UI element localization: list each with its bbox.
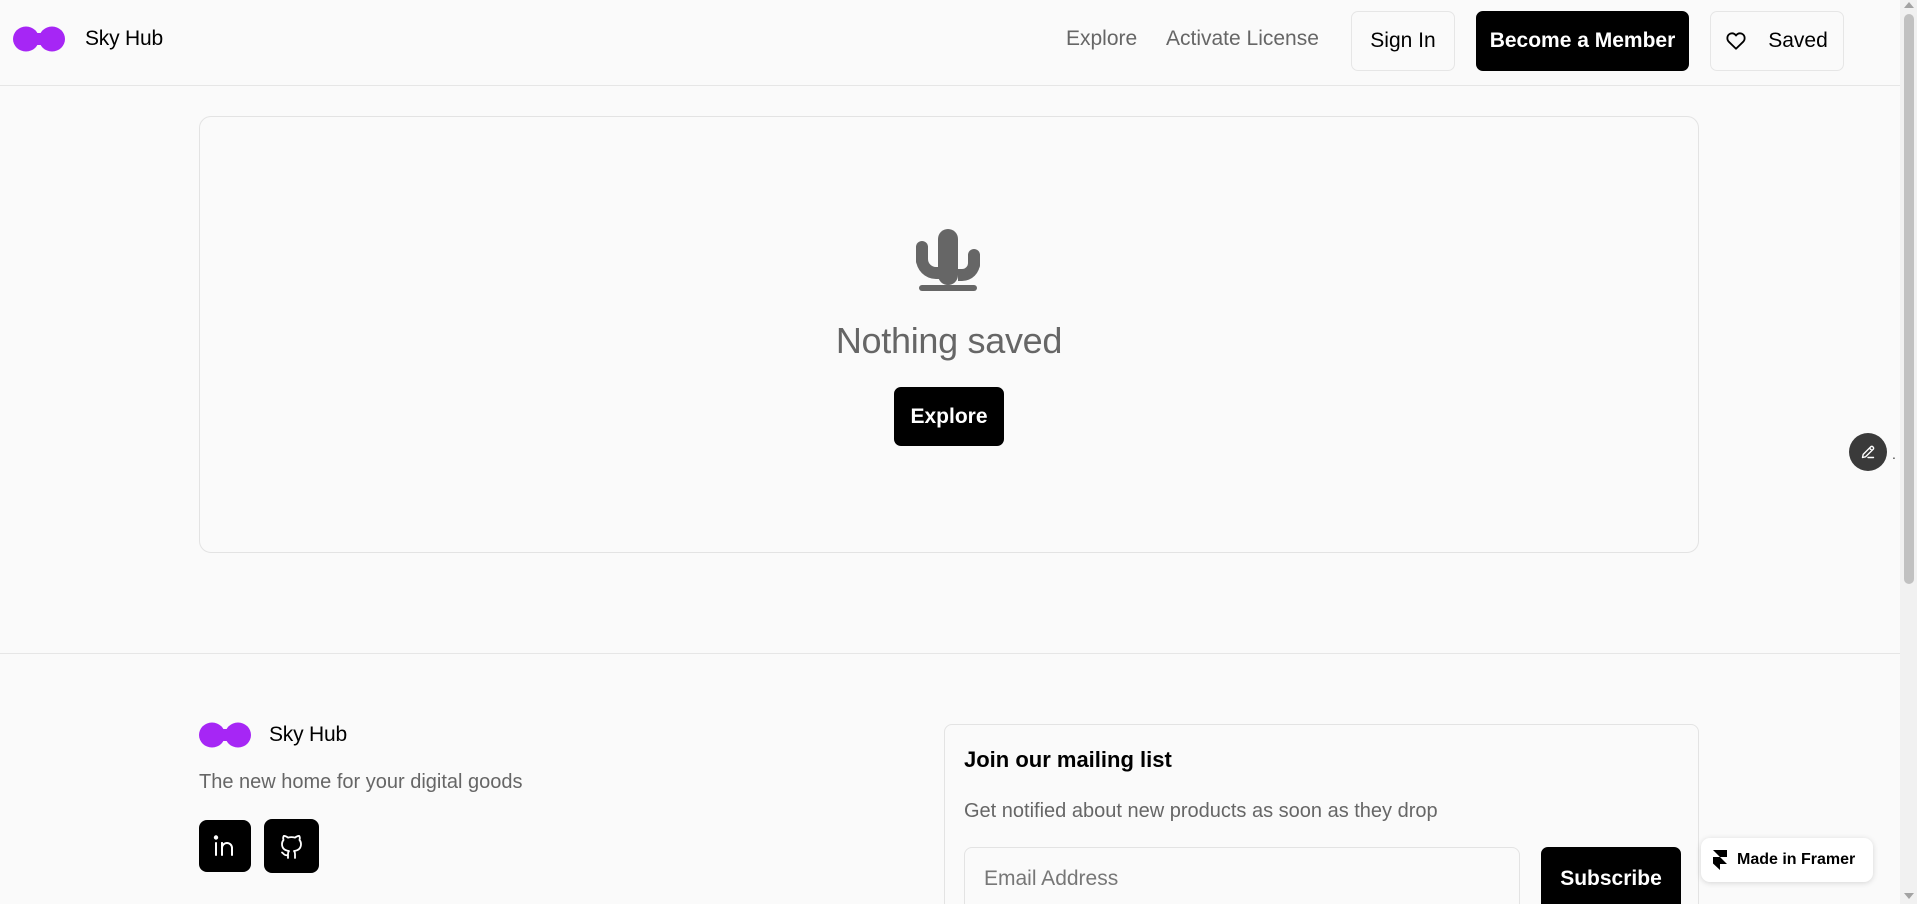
scroll-down-arrow-icon[interactable] <box>1904 893 1914 899</box>
nav-explore-link[interactable]: Explore <box>1066 27 1137 51</box>
footer-divider <box>0 653 1900 654</box>
scroll-up-arrow-icon[interactable] <box>1904 2 1914 8</box>
email-field[interactable] <box>964 847 1520 904</box>
pencil-icon <box>1861 445 1875 459</box>
subscribe-label: Subscribe <box>1560 867 1662 890</box>
empty-state-title: Nothing saved <box>835 320 1063 361</box>
scrollbar-thumb[interactable] <box>1904 14 1914 584</box>
brand-name: Sky Hub <box>85 27 163 50</box>
mailing-list-card: Join our mailing list Get notified about… <box>944 724 1699 904</box>
saved-button[interactable]: Saved <box>1710 11 1844 71</box>
mailing-list-title: Join our mailing list <box>964 747 1172 772</box>
mailing-list-subtitle: Get notified about new products as soon … <box>964 800 1438 822</box>
brand-link[interactable]: Sky Hub <box>13 26 163 52</box>
edit-button-suffix: . <box>1892 446 1896 462</box>
github-icon <box>280 835 302 859</box>
explore-button[interactable]: Explore <box>894 387 1004 446</box>
empty-state-card: Nothing saved Explore <box>199 116 1699 553</box>
logo-blob-icon <box>199 722 251 748</box>
site-header: Sky Hub Explore Activate License Sign In… <box>0 0 1900 86</box>
sign-in-button[interactable]: Sign In <box>1351 11 1455 71</box>
become-member-button[interactable]: Become a Member <box>1476 11 1689 71</box>
page: Sky Hub Explore Activate License Sign In… <box>0 0 1917 904</box>
sign-in-label: Sign In <box>1370 29 1436 52</box>
footer-brand-name: Sky Hub <box>269 723 347 746</box>
become-member-label: Become a Member <box>1489 29 1676 52</box>
linkedin-link[interactable] <box>199 820 251 872</box>
github-link[interactable] <box>264 819 319 873</box>
explore-button-label: Explore <box>910 404 988 428</box>
heart-icon <box>1726 32 1746 50</box>
cactus-icon <box>916 229 980 291</box>
made-in-framer-badge[interactable]: Made in Framer <box>1701 838 1873 882</box>
nav-activate-license-link[interactable]: Activate License <box>1166 27 1319 51</box>
made-in-framer-label: Made in Framer <box>1737 851 1856 868</box>
framer-icon <box>1713 850 1727 870</box>
saved-label: Saved <box>1768 29 1828 52</box>
linkedin-icon <box>213 835 233 856</box>
footer-brand[interactable]: Sky Hub <box>199 722 347 748</box>
logo-blob-icon <box>13 26 65 52</box>
edit-button[interactable] <box>1849 433 1887 471</box>
subscribe-button[interactable]: Subscribe <box>1541 847 1681 904</box>
footer-tagline: The new home for your digital goods <box>199 771 523 793</box>
page-scrollbar[interactable] <box>1900 0 1917 904</box>
